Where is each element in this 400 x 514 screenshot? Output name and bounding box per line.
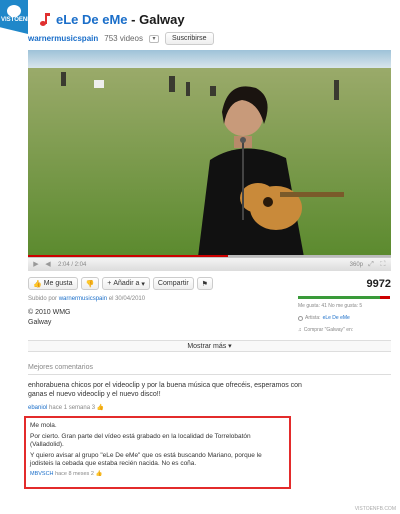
action-row: 👍 Me gusta 👎 + Añadir a ▾ Compartir ⚑ 99…	[28, 277, 391, 290]
video-count: 753 videos	[104, 34, 143, 43]
artist-link[interactable]: eLe De eMe	[323, 315, 350, 321]
thumbs-down-icon: 👎	[85, 280, 95, 288]
thumbs-up-icon[interactable]: 👍	[97, 405, 104, 411]
video-player[interactable]	[28, 50, 391, 257]
time-display: 2:04 / 2:04	[58, 261, 87, 268]
rating-bar-likes	[298, 296, 380, 299]
plus-icon: +	[107, 280, 112, 287]
fullscreen-icon[interactable]: ⛶	[379, 261, 387, 269]
video-frame	[28, 50, 391, 257]
like-button[interactable]: 👍 Me gusta	[28, 277, 78, 290]
comment-author-link[interactable]: ebaniol	[28, 405, 47, 411]
comment-meta: ebaniol hace 1 semana 3 👍	[28, 405, 105, 411]
video-description: © 2010 WMG Galway	[28, 309, 71, 326]
uploader-link[interactable]: warnermusicspain	[59, 296, 107, 302]
chevron-down-icon: ▾	[141, 280, 145, 288]
thumbs-up-icon[interactable]: 👍	[95, 471, 102, 477]
comment-author-link[interactable]: MBVSCH	[30, 471, 54, 477]
watermark: VISTOENFB.COM	[354, 506, 396, 512]
upload-info: Subido por warnermusicspain el 30/04/201…	[28, 296, 146, 302]
artist-icon	[298, 315, 303, 321]
highlighted-comment: Me mola. Por cierto. Gran parte del víde…	[24, 416, 291, 489]
quality-selector[interactable]: 360p	[350, 262, 363, 268]
comments-heading: Mejores comentarios	[28, 364, 93, 371]
show-more-button[interactable]: Mostrar más ▾	[28, 340, 391, 352]
troll-face-icon	[7, 5, 21, 17]
subscribe-button[interactable]: Suscribirse	[164, 32, 214, 45]
buy-line: ♫ Comprar "Galway" en:	[298, 327, 354, 333]
expand-icon[interactable]: ⤢	[367, 261, 375, 269]
comment-text: Me mola. Por cierto. Gran parte del víde…	[30, 422, 262, 467]
share-button[interactable]: Compartir	[152, 277, 194, 290]
divider	[28, 374, 391, 375]
music-note-icon: ♫	[298, 327, 302, 333]
rating-text: Me gusta: 41 No me gusta: 5	[298, 303, 363, 309]
dislike-button[interactable]: 👎	[80, 277, 100, 290]
channel-link[interactable]: warnermusicspain	[28, 34, 98, 43]
play-icon[interactable]: ▶	[32, 261, 40, 269]
chevron-down-icon[interactable]: ▾	[148, 34, 159, 43]
video-title: eLe De eMe - Galway	[56, 11, 185, 27]
chevron-down-icon: ▾	[228, 343, 232, 350]
site-badge: VISTOENFB.COM	[0, 0, 28, 34]
flag-icon: ⚑	[201, 280, 208, 288]
volume-icon[interactable]: ◀	[44, 261, 52, 269]
add-to-button[interactable]: + Añadir a ▾	[102, 277, 150, 290]
player-controls: ▶ ◀ 2:04 / 2:04 360p ⤢ ⛶	[28, 257, 391, 271]
rating-bar	[298, 296, 390, 299]
ratings-panel: Me gusta: 41 No me gusta: 5 Artista: eLe…	[298, 296, 390, 333]
thumbs-up-icon: 👍	[33, 280, 42, 288]
comment-meta: MBVSCH hace 8 meses 2 👍	[30, 471, 103, 477]
music-note-icon	[40, 12, 50, 26]
flag-button[interactable]: ⚑	[196, 277, 213, 290]
channel-row: warnermusicspain 753 videos ▾ Suscribirs…	[28, 32, 214, 45]
video-title-row: eLe De eMe - Galway	[40, 8, 185, 30]
comment-text: enhorabuena chicos por el videoclip y po…	[28, 382, 302, 398]
view-count: 9972	[366, 277, 391, 290]
artist-line: Artista: eLe De eMe	[298, 315, 390, 321]
